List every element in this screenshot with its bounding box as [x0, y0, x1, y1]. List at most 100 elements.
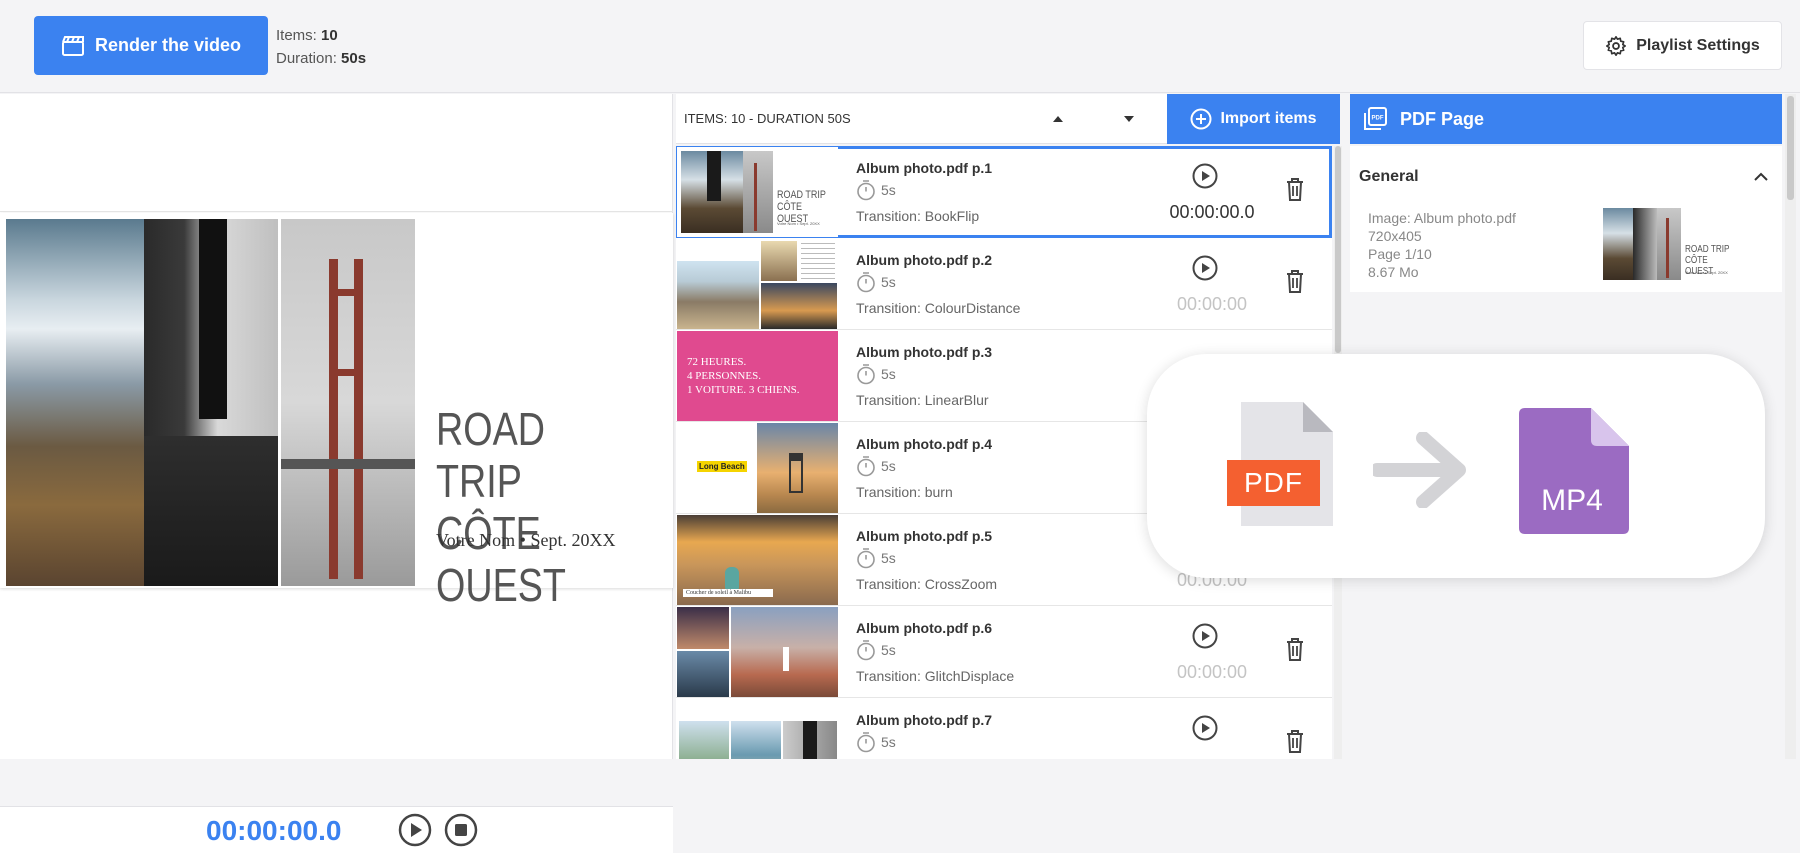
item-thumbnail: Long Beach — [677, 423, 838, 513]
trash-icon[interactable] — [1284, 268, 1306, 294]
import-items-label: Import items — [1220, 110, 1317, 127]
playlist-item[interactable]: ROAD TRIP CÔTE OUEST Votre Nom • Sept. 2… — [676, 146, 1332, 238]
render-video-label: Render the video — [94, 35, 242, 55]
thumb-subtitle: Votre Nom • Sept. 20XX — [777, 221, 820, 226]
pdf-label: PDF — [1227, 460, 1320, 506]
item-time: 00:00:00 — [1176, 662, 1248, 682]
clapperboard-icon — [61, 35, 84, 56]
item-thumbnail: 72 HEURES. 4 PERSONNES. 1 VOITURE. 3 CHI… — [677, 331, 838, 421]
timer-icon — [857, 732, 875, 753]
item-transition: Transition: ColourDistance — [856, 300, 1021, 316]
item-title: Album photo.pdf p.4 — [856, 436, 993, 452]
timer-icon — [857, 456, 875, 477]
playback-controls: 00:00:00.0 — [0, 806, 673, 853]
panel-title: PDF Page — [1400, 108, 1485, 129]
playlist-item[interactable]: Album photo.pdf p.2 5s Transition: Colou… — [676, 238, 1332, 330]
item-title: Album photo.pdf p.2 — [856, 252, 993, 268]
sort-up-icon[interactable] — [1050, 111, 1066, 127]
item-title: Album photo.pdf p.6 — [856, 620, 993, 636]
item-thumbnail — [677, 239, 838, 329]
item-duration-value: 5s — [881, 366, 896, 382]
timer-icon — [857, 364, 875, 385]
panel-scrollbar[interactable] — [1785, 94, 1796, 759]
sea-rocks-photo — [6, 219, 144, 586]
item-duration-value: 5s — [881, 274, 896, 290]
slide-title: ROAD TRIP CÔTE OUEST — [436, 403, 566, 611]
item-transition: Transition: CrossZoom — [856, 576, 998, 592]
info-resolution: 720x405 — [1368, 228, 1422, 244]
playlist-item[interactable]: Album photo.pdf p.7 5s — [676, 698, 1332, 759]
item-play-icon[interactable] — [1192, 715, 1218, 741]
item-play-icon[interactable] — [1192, 623, 1218, 649]
item-transition: Transition: GlitchDisplace — [856, 668, 1015, 684]
item-duration[interactable]: 5s — [856, 731, 896, 753]
add-circle-icon — [1190, 108, 1212, 130]
thumb-title: ROAD TRIP CÔTE OUEST — [777, 189, 826, 225]
gear-icon — [1606, 35, 1627, 56]
playlist-header: ITEMS: 10 - DURATION 50S — [676, 94, 1167, 144]
stop-icon[interactable] — [444, 813, 478, 847]
item-transition: Transition: LinearBlur — [856, 392, 989, 408]
playlist-item[interactable]: Album photo.pdf p.6 5s Transition: Glitc… — [676, 606, 1332, 698]
item-duration-value: 5s — [881, 458, 896, 474]
items-label: Items: — [276, 27, 317, 44]
playlist-settings-button[interactable]: Playlist Settings — [1583, 21, 1782, 70]
info-page: Page 1/10 — [1368, 246, 1432, 262]
item-duration[interactable]: 5s — [856, 639, 896, 661]
top-toolbar: Render the video Items: 10 Duration: 50s… — [0, 0, 1800, 93]
item-transition: Transition: BookFlip — [856, 208, 980, 224]
item-thumbnail — [677, 607, 838, 697]
render-video-button[interactable]: Render the video — [34, 16, 268, 75]
chevron-up-icon[interactable] — [1752, 168, 1770, 186]
preview-divider — [0, 211, 673, 212]
duration-value: 50s — [341, 50, 367, 67]
timer-icon — [857, 180, 875, 201]
item-time: 00:00:00.0 — [1169, 202, 1255, 222]
pdf-page-panel-header: PDF PDF Page — [1350, 94, 1782, 144]
item-play-icon[interactable] — [1192, 255, 1218, 281]
item-duration-value: 5s — [881, 642, 896, 658]
item-thumbnail: Coucher de soleil à Malibu — [677, 515, 838, 605]
trash-icon[interactable] — [1284, 176, 1306, 202]
item-thumbnail — [677, 699, 838, 759]
sort-down-icon[interactable] — [1121, 111, 1137, 127]
duration-label: Duration: — [276, 50, 337, 67]
playback-time: 00:00:00.0 — [206, 815, 342, 846]
item-title: Album photo.pdf p.7 — [856, 712, 993, 728]
items-count: 10 — [321, 27, 338, 44]
playlist-stats: Items: 10 Duration: 50s — [276, 24, 366, 70]
page-thumb-subtitle: Votre Nom • Sept. 20XX — [1685, 270, 1728, 275]
mp4-label: MP4 — [1541, 484, 1603, 517]
item-title: Album photo.pdf p.5 — [856, 528, 993, 544]
arrow-right-icon — [1373, 432, 1466, 508]
bridge-photo — [281, 219, 415, 586]
import-items-button[interactable]: Import items — [1167, 94, 1340, 144]
trash-icon[interactable] — [1284, 728, 1306, 754]
timer-icon — [857, 548, 875, 569]
item-play-icon[interactable] — [1192, 163, 1218, 189]
timer-icon — [857, 640, 875, 661]
item-duration[interactable]: 5s — [856, 455, 896, 477]
item-duration-value: 5s — [881, 734, 896, 750]
general-section: General Image: Album photo.pdf 720x405 P… — [1350, 146, 1782, 292]
general-title: General — [1359, 168, 1419, 185]
svg-text:PDF: PDF — [1372, 116, 1384, 122]
item-title: Album photo.pdf p.3 — [856, 344, 993, 360]
play-icon[interactable] — [398, 813, 432, 847]
item-duration-value: 5s — [881, 550, 896, 566]
pdf-to-mp4-card: PDF MP4 — [1147, 354, 1765, 578]
pdf-pages-icon: PDF — [1364, 107, 1387, 130]
item-duration[interactable]: 5s — [856, 363, 896, 385]
item-duration[interactable]: 5s — [856, 271, 896, 293]
item-time: 00:00:00 — [1176, 294, 1248, 314]
playlist-summary: ITEMS: 10 - DURATION 50S — [684, 111, 851, 126]
trash-icon[interactable] — [1284, 636, 1306, 662]
video-preview: ROAD TRIP CÔTE OUEST Votre Nom • Sept. 2… — [0, 94, 673, 853]
page-thumbnail: ROAD TRIP CÔTE OUEST Votre Nom • Sept. 2… — [1603, 208, 1743, 280]
item-duration[interactable]: 5s — [856, 547, 896, 569]
item-duration-value: 5s — [881, 182, 896, 198]
timer-icon — [857, 272, 875, 293]
thumb-text: 72 HEURES. 4 PERSONNES. 1 VOITURE. 3 CHI… — [687, 356, 800, 396]
info-size: 8.67 Mo — [1368, 264, 1419, 280]
item-duration[interactable]: 5s — [856, 179, 896, 201]
